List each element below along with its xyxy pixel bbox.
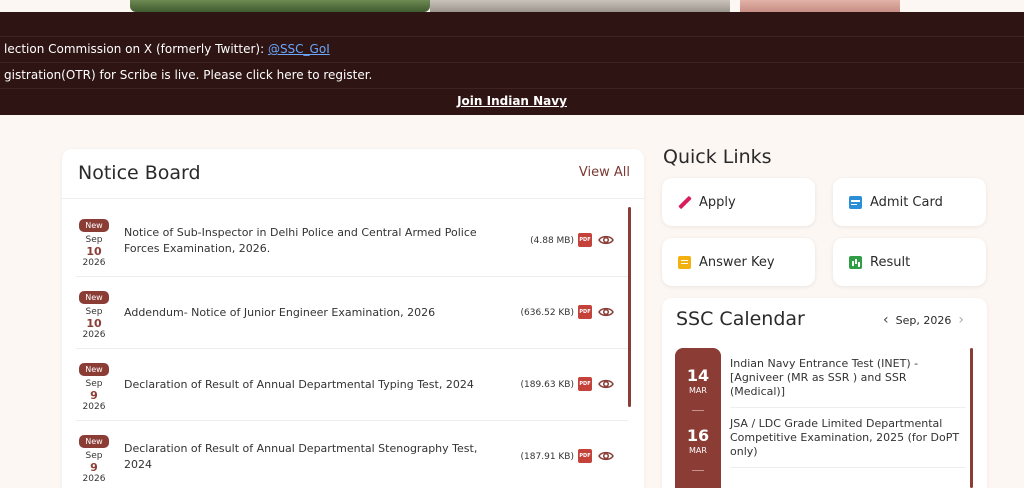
- notice-month: Sep: [85, 379, 103, 389]
- calendar-day: 16: [686, 426, 710, 445]
- notice-title-link[interactable]: Addendum- Notice of Junior Engineer Exam…: [124, 277, 504, 349]
- notice-month: Sep: [85, 451, 103, 461]
- result-button[interactable]: Result: [833, 238, 986, 286]
- new-badge: New: [79, 363, 109, 376]
- notice-date: New Sep 10 2026: [76, 213, 112, 268]
- pdf-file-icon[interactable]: PDF: [578, 233, 592, 247]
- notice-row[interactable]: New Sep 10 2026 Addendum- Notice of Juni…: [76, 277, 628, 349]
- eye-icon[interactable]: [598, 304, 614, 320]
- announcement-ticker: lection Commission on X (formerly Twitte…: [0, 12, 1024, 115]
- banner-building: [430, 0, 730, 12]
- new-badge: New: [79, 435, 109, 448]
- quick-links-title: Quick Links: [663, 146, 772, 168]
- notice-scrollbar[interactable]: [628, 207, 631, 407]
- notice-year: 2026: [82, 258, 106, 268]
- notice-day: 9: [90, 389, 98, 402]
- notice-day: 9: [90, 461, 98, 474]
- notice-board-title: Notice Board: [78, 162, 201, 184]
- ticker-line-otr[interactable]: gistration(OTR) for Scribe is live. Plea…: [0, 62, 1024, 88]
- notice-date: New Sep 9 2026: [76, 357, 112, 412]
- notice-row[interactable]: New Sep 10 2026 Notice of Sub-Inspector …: [76, 205, 628, 277]
- calendar-event[interactable]: JSA / LDC Grade Limited Departmental Com…: [730, 408, 966, 468]
- chevron-left-icon[interactable]: ‹: [883, 312, 889, 328]
- notice-year: 2026: [82, 474, 106, 484]
- ticker-twitter-text: lection Commission on X (formerly Twitte…: [4, 42, 268, 56]
- result-label: Result: [870, 254, 911, 270]
- file-size: (189.63 KB): [520, 380, 574, 390]
- ssc-calendar-title: SSC Calendar: [676, 308, 805, 330]
- calendar-event-list: Indian Navy Entrance Test (INET) - [Agni…: [730, 348, 966, 468]
- admit-card-button[interactable]: Admit Card: [833, 178, 986, 226]
- apply-label: Apply: [699, 194, 736, 210]
- view-all-link[interactable]: View All: [579, 165, 630, 180]
- answer-key-label: Answer Key: [699, 254, 775, 270]
- pencil-icon: [678, 196, 691, 209]
- new-badge: New: [79, 219, 109, 232]
- apply-button[interactable]: Apply: [662, 178, 815, 226]
- ticker-line-navy: Join Indian Navy: [0, 88, 1024, 115]
- calendar-date-divider: [692, 410, 704, 411]
- calendar-date: 14 MAR: [675, 366, 721, 395]
- id-card-icon: [849, 195, 862, 209]
- ssc-calendar-card: SSC Calendar ‹ Sep, 2026 › 14 MAR 16 MAR…: [662, 298, 987, 488]
- notice-row[interactable]: New Sep 9 2026 Declaration of Result of …: [76, 421, 628, 488]
- notice-board-header: Notice Board View All: [62, 149, 644, 199]
- notice-date: New Sep 10 2026: [76, 285, 112, 340]
- file-size: (636.52 KB): [520, 308, 574, 318]
- calendar-month: MAR: [689, 386, 707, 395]
- notice-list: New Sep 10 2026 Notice of Sub-Inspector …: [76, 205, 628, 488]
- notice-month: Sep: [85, 307, 103, 317]
- ticker-otr-text[interactable]: gistration(OTR) for Scribe is live. Plea…: [4, 68, 372, 82]
- notice-title-link[interactable]: Declaration of Result of Annual Departme…: [124, 421, 504, 488]
- notice-day: 10: [86, 317, 102, 330]
- ticker-spacer: [0, 12, 1024, 36]
- pdf-file-icon[interactable]: PDF: [578, 449, 592, 463]
- chevron-right-icon[interactable]: ›: [958, 312, 964, 328]
- calendar-month-nav: ‹ Sep, 2026 ›: [876, 312, 971, 328]
- calendar-month-label: Sep, 2026: [895, 313, 952, 327]
- file-size: (187.91 KB): [520, 452, 574, 462]
- notice-month: Sep: [85, 235, 103, 245]
- ticker-line-twitter: lection Commission on X (formerly Twitte…: [0, 36, 1024, 62]
- file-size: (4.88 MB): [530, 236, 574, 246]
- notepad-icon: [678, 255, 691, 269]
- calendar-day: 14: [686, 366, 710, 385]
- banner-trees: [130, 0, 430, 12]
- banner-building-right: [740, 0, 900, 12]
- calendar-scrollbar[interactable]: [970, 348, 973, 488]
- calendar-event[interactable]: Indian Navy Entrance Test (INET) - [Agni…: [730, 348, 966, 408]
- bar-chart-icon: [849, 255, 862, 269]
- pdf-file-icon[interactable]: PDF: [578, 305, 592, 319]
- notice-year: 2026: [82, 402, 106, 412]
- calendar-month: MAR: [689, 446, 707, 455]
- eye-icon[interactable]: [598, 232, 614, 248]
- eye-icon[interactable]: [598, 376, 614, 392]
- notice-row[interactable]: New Sep 9 2026 Declaration of Result of …: [76, 349, 628, 421]
- calendar-date-column: 14 MAR 16 MAR: [675, 348, 721, 488]
- notice-date: New Sep 9 2026: [76, 429, 112, 484]
- header-banner-image: [0, 0, 1024, 12]
- answer-key-button[interactable]: Answer Key: [662, 238, 815, 286]
- calendar-date-divider: [692, 470, 704, 471]
- notice-title-link[interactable]: Notice of Sub-Inspector in Delhi Police …: [124, 205, 504, 277]
- notice-year: 2026: [82, 330, 106, 340]
- join-indian-navy-link[interactable]: Join Indian Navy: [457, 94, 567, 108]
- new-badge: New: [79, 291, 109, 304]
- admit-card-label: Admit Card: [870, 194, 943, 210]
- notice-title-link[interactable]: Declaration of Result of Annual Departme…: [124, 349, 504, 421]
- eye-icon[interactable]: [598, 448, 614, 464]
- ticker-twitter-handle-link[interactable]: @SSC_GoI: [268, 42, 330, 56]
- calendar-date: 16 MAR: [675, 426, 721, 455]
- pdf-file-icon[interactable]: PDF: [578, 377, 592, 391]
- notice-day: 10: [86, 245, 102, 258]
- notice-board-card: Notice Board View All New Sep 10 2026 No…: [62, 149, 644, 488]
